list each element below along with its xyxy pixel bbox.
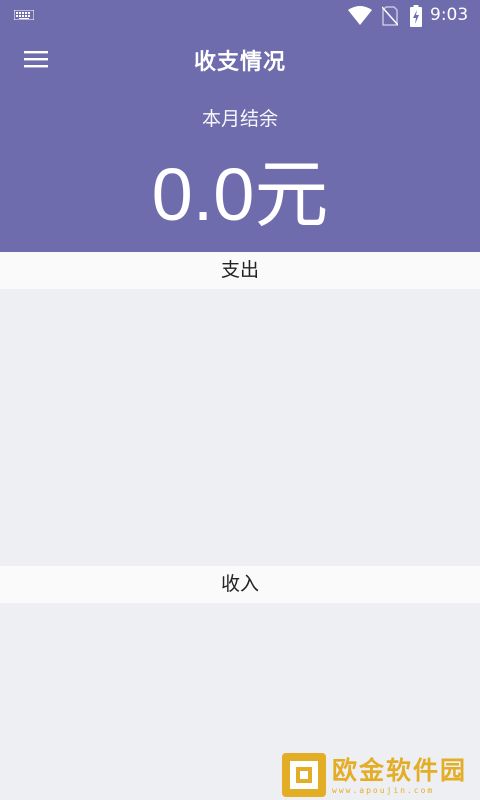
expense-section-header: 支出 bbox=[0, 252, 480, 289]
status-bar: 9:03 bbox=[0, 0, 480, 32]
watermark-text: 欧金软件园 bbox=[332, 755, 468, 785]
watermark: 欧金软件园 www.apoujin.com bbox=[282, 750, 480, 800]
header-panel: 9:03 收支情况 本月结余 0.0元 bbox=[0, 0, 480, 252]
wifi-icon bbox=[348, 6, 372, 25]
balance-label: 本月结余 bbox=[201, 108, 278, 130]
keyboard-icon bbox=[14, 10, 34, 20]
watermark-logo-icon bbox=[282, 753, 326, 797]
status-time: 9:03 bbox=[430, 5, 469, 25]
page-title: 收支情况 bbox=[193, 50, 286, 75]
income-section-header: 收入 bbox=[0, 566, 480, 603]
no-sim-icon bbox=[382, 6, 398, 26]
balance-value: 0.0元 bbox=[151, 153, 329, 236]
battery-charging-icon bbox=[410, 5, 422, 27]
watermark-url: www.apoujin.com bbox=[332, 785, 435, 795]
expense-section-body bbox=[0, 289, 480, 566]
